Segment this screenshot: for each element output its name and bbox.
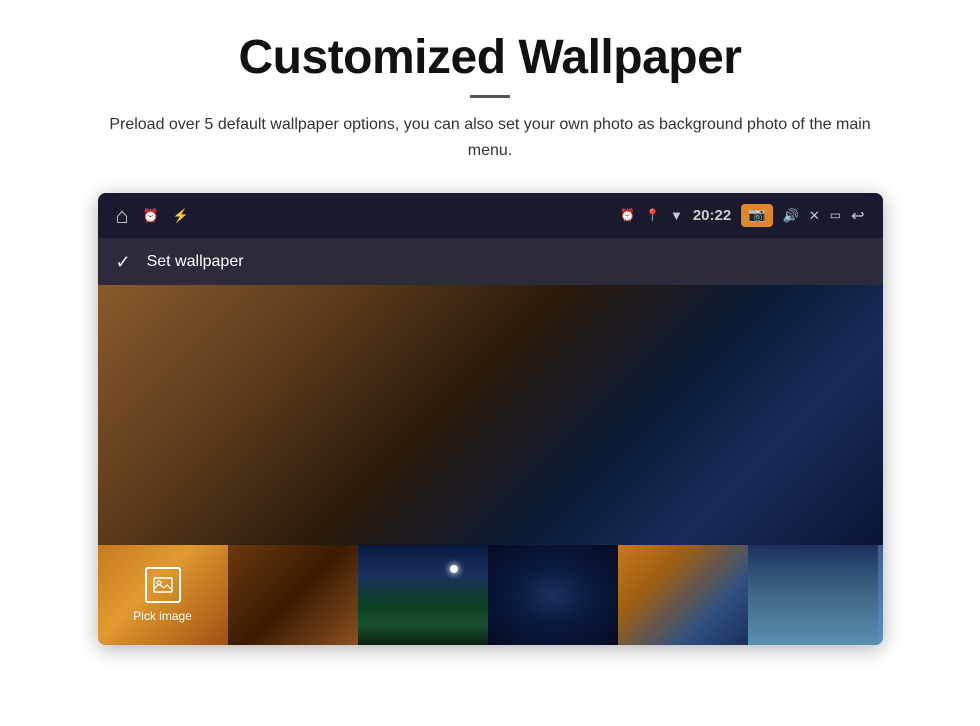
- home-icon: ⌂: [116, 203, 129, 229]
- status-time: 20:22: [693, 207, 731, 224]
- wifi-icon: ▼: [670, 208, 683, 224]
- device-screenshot: ⌂ ⏰ ⚡ ⏰ 📍 ▼ 20:22 📷 🔊 ✕ ▭ ↩ ✓ Set wallpa…: [98, 193, 883, 645]
- checkmark-icon: ✓: [116, 252, 131, 273]
- thumbnail-strip: Pick image: [98, 545, 883, 645]
- pick-image-thumb[interactable]: Pick image: [98, 545, 228, 645]
- status-bar: ⌂ ⏰ ⚡ ⏰ 📍 ▼ 20:22 📷 🔊 ✕ ▭ ↩: [98, 193, 883, 239]
- location-icon: 📍: [645, 208, 660, 223]
- page-title: Customized Wallpaper: [100, 30, 880, 85]
- title-section: Customized Wallpaper Preload over 5 defa…: [100, 30, 880, 163]
- alarm-icon: ⏰: [143, 208, 159, 224]
- wallpaper-thumb-4[interactable]: [618, 545, 748, 645]
- page-subtitle: Preload over 5 default wallpaper options…: [100, 112, 880, 163]
- window-icon: ▭: [830, 208, 841, 223]
- status-right: ⏰ 📍 ▼ 20:22 📷 🔊 ✕ ▭ ↩: [620, 204, 864, 227]
- back-icon: ↩: [851, 206, 864, 226]
- pick-image-icon: [145, 567, 181, 603]
- close-icon: ✕: [809, 208, 820, 224]
- title-divider: [470, 95, 510, 98]
- wallpaper-thumb-3[interactable]: [488, 545, 618, 645]
- alarm-right-icon: ⏰: [620, 208, 635, 223]
- action-bar: ✓ Set wallpaper: [98, 239, 883, 285]
- volume-icon: 🔊: [783, 208, 799, 224]
- status-left: ⌂ ⏰ ⚡: [116, 203, 190, 229]
- wallpaper-thumb-5[interactable]: [748, 545, 878, 645]
- usb-icon: ⚡: [173, 208, 189, 224]
- wallpaper-thumb-1[interactable]: [228, 545, 358, 645]
- wallpaper-thumb-2[interactable]: [358, 545, 488, 645]
- wallpaper-thumb-partial[interactable]: [878, 545, 883, 645]
- camera-icon[interactable]: 📷: [741, 204, 772, 227]
- page-wrapper: Customized Wallpaper Preload over 5 defa…: [0, 0, 980, 726]
- wallpaper-preview: [98, 285, 883, 545]
- pick-image-label: Pick image: [133, 609, 192, 623]
- set-wallpaper-label: Set wallpaper: [147, 253, 244, 271]
